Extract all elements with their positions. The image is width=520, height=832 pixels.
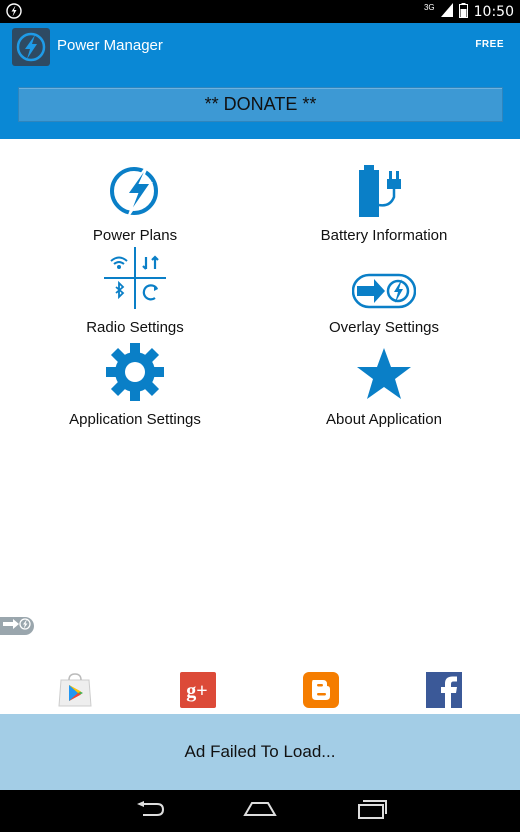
star-icon	[356, 347, 412, 406]
facebook-icon[interactable]	[426, 672, 462, 708]
app-logo-icon[interactable]	[12, 28, 50, 66]
overlay-arrow-small-icon	[2, 617, 32, 636]
app-title: Power Manager	[57, 37, 163, 54]
overlay-settings-label: Overlay Settings	[328, 319, 440, 336]
free-badge: FREE	[475, 39, 504, 50]
blogger-icon[interactable]	[303, 672, 339, 708]
radio-settings-label: Radio Settings	[86, 319, 184, 336]
recent-apps-icon	[357, 799, 387, 824]
battery-information-label: Battery Information	[320, 227, 448, 244]
navigation-bar	[0, 790, 520, 832]
ad-banner[interactable]: Ad Failed To Load...	[0, 714, 520, 790]
home-icon	[243, 801, 277, 822]
battery-icon	[458, 2, 468, 21]
about-application-button[interactable]: About Application	[254, 336, 514, 428]
radio-toggles-icon	[104, 247, 166, 314]
overlay-settings-button[interactable]: Overlay Settings	[254, 244, 514, 336]
lightning-bolt-icon	[109, 161, 161, 222]
social-links: g+	[0, 672, 520, 712]
power-plans-button[interactable]: Power Plans	[5, 152, 265, 244]
google-plus-icon[interactable]: g+	[180, 672, 216, 708]
overlay-arrow-icon	[351, 273, 417, 314]
ad-status-text: Ad Failed To Load...	[184, 742, 336, 761]
about-application-label: About Application	[326, 411, 442, 428]
back-button[interactable]	[130, 798, 170, 824]
overlay-handle[interactable]	[0, 617, 34, 635]
battery-information-button[interactable]: Battery Information	[254, 152, 514, 244]
gear-icon	[106, 343, 164, 406]
signal-icon	[440, 3, 453, 20]
battery-plug-icon	[356, 165, 412, 222]
svg-text:g+: g+	[186, 680, 207, 702]
network-type-label: 3G	[423, 3, 435, 12]
power-plans-label: Power Plans	[92, 227, 178, 244]
donate-button[interactable]: ** DONATE **	[18, 87, 503, 122]
application-settings-button[interactable]: Application Settings	[5, 336, 265, 428]
play-store-icon[interactable]	[57, 672, 93, 708]
radio-settings-button[interactable]: Radio Settings	[5, 244, 265, 336]
back-icon	[135, 800, 165, 822]
home-button[interactable]	[240, 798, 280, 824]
application-settings-label: Application Settings	[69, 411, 201, 428]
recent-apps-button[interactable]	[352, 798, 392, 824]
app-header: Power Manager FREE ** DONATE **	[0, 23, 520, 139]
clock: 10:50	[473, 3, 514, 20]
power-manager-notification-icon	[6, 3, 22, 19]
status-bar: 3G 10:50	[0, 0, 520, 23]
